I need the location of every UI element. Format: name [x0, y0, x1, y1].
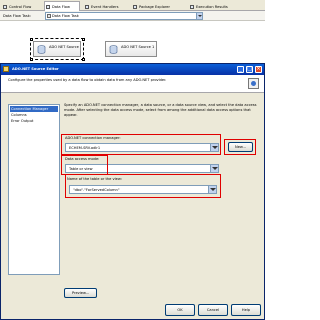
nav-item-error-output[interactable]: Error Output	[10, 118, 58, 124]
instructions-text: Specify an ADO.NET connection manager, a…	[64, 103, 257, 117]
table-name-value: "dbo"."ForServedColumn"	[73, 188, 120, 192]
tab-data-flow[interactable]: Data Flow	[44, 1, 80, 11]
ado-net-source-1-component[interactable]: ADO NET Source 1	[105, 41, 157, 57]
connection-manager-label: ADO.NET connection manager:	[65, 136, 121, 140]
chevron-down-icon[interactable]	[210, 144, 218, 151]
new-connection-button[interactable]: New...	[228, 142, 253, 152]
editor-page-list: Connection Manager Columns Error Output	[8, 104, 60, 275]
resize-handle[interactable]	[82, 38, 85, 41]
chevron-down-icon[interactable]	[196, 13, 202, 19]
maximize-button[interactable]: □	[246, 66, 253, 73]
resize-handle[interactable]	[30, 38, 33, 41]
design-surface[interactable]: ADO NET Source ADO NET Source 1	[0, 21, 265, 63]
dialog-title: ADO.NET Source Editor	[12, 67, 59, 71]
execution-results-icon	[190, 5, 194, 9]
connection-manager-select[interactable]: ECHEM-SRV.adlr1	[65, 143, 219, 152]
ado-net-logo-icon	[248, 78, 259, 89]
component-label: ADO NET Source 1	[121, 45, 155, 49]
control-flow-icon	[3, 5, 7, 9]
ado-net-source-component[interactable]: ADO NET Source	[30, 38, 84, 60]
data-access-mode-select[interactable]: Table or view	[65, 164, 219, 173]
tab-label: Data Flow	[52, 5, 70, 9]
close-button[interactable]: ×	[255, 66, 262, 73]
event-handlers-icon	[85, 5, 89, 9]
cancel-button[interactable]: Cancel	[198, 304, 228, 316]
data-flow-task-value: Data Flow Task	[52, 14, 79, 18]
dialog-description: Configure the properties used by a data …	[8, 78, 167, 82]
resize-handle[interactable]	[30, 58, 33, 61]
tab-control-flow[interactable]: Control Flow	[1, 2, 43, 10]
data-access-mode-value: Table or view	[69, 167, 93, 171]
dialog-header: Configure the properties used by a data …	[1, 75, 264, 93]
chevron-down-icon[interactable]	[208, 186, 216, 193]
data-access-mode-label: Data access mode:	[65, 157, 100, 161]
tab-package-explorer[interactable]: Package Explorer	[131, 2, 185, 10]
ado-net-source-icon	[37, 45, 46, 54]
connection-manager-value: ECHEM-SRV.adlr1	[69, 146, 101, 150]
designer-tab-bar: Control Flow Data Flow Event Handlers Pa…	[0, 0, 265, 11]
minimize-button[interactable]: _	[237, 66, 244, 73]
tab-label: Control Flow	[9, 5, 32, 9]
help-button[interactable]: Help	[231, 304, 261, 316]
ok-button[interactable]: OK	[165, 304, 195, 316]
data-flow-task-select[interactable]: Data Flow Task	[45, 12, 203, 20]
tab-label: Event Handlers	[91, 5, 119, 9]
table-name-select[interactable]: "dbo"."ForServedColumn"	[69, 185, 217, 194]
tab-event-handlers[interactable]: Event Handlers	[83, 2, 128, 10]
data-flow-task-bar: Data Flow Task: Data Flow Task	[0, 11, 265, 21]
ado-net-source-icon	[109, 45, 118, 54]
chevron-down-icon[interactable]	[210, 165, 218, 172]
tab-execution-results[interactable]: Execution Results	[188, 2, 243, 10]
resize-handle[interactable]	[82, 58, 85, 61]
dialog-title-bar[interactable]: ADO.NET Source Editor _ □ ×	[1, 64, 264, 75]
ado-net-source-editor-dialog: ADO.NET Source Editor _ □ × Configure th…	[0, 63, 265, 320]
table-name-label: Name of the table or the view:	[67, 177, 122, 181]
package-explorer-icon	[133, 5, 137, 9]
tab-label: Execution Results	[196, 5, 228, 9]
data-flow-task-icon	[47, 14, 51, 18]
component-label: ADO NET Source	[49, 45, 79, 49]
data-flow-icon	[46, 5, 50, 9]
data-flow-task-label: Data Flow Task:	[3, 14, 32, 18]
tab-label: Package Explorer	[139, 5, 171, 9]
ado-net-source-icon	[3, 66, 9, 72]
preview-button[interactable]: Preview...	[64, 288, 97, 298]
